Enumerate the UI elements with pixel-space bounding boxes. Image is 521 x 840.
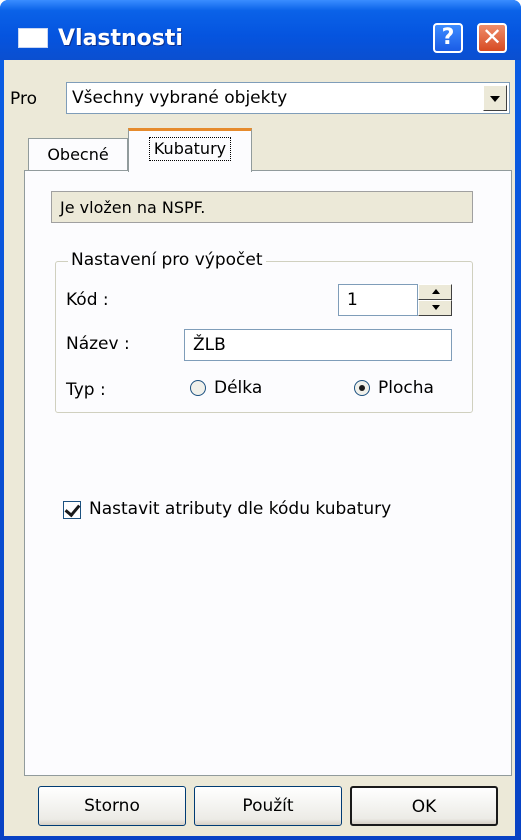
typ-label: Typ : xyxy=(66,380,106,400)
cancel-button[interactable]: Storno xyxy=(38,786,186,826)
spin-down-icon[interactable] xyxy=(418,300,452,316)
ok-button[interactable]: OK xyxy=(350,786,498,826)
status-info: Je vložen na NSPF. xyxy=(51,191,473,223)
help-button[interactable]: ? xyxy=(433,23,463,53)
group-title: Nastavení pro výpočet xyxy=(68,250,266,270)
calculation-settings-group: Nastavení pro výpočet Kód : 1 Název : ŽL… xyxy=(55,250,473,413)
pro-dropdown[interactable]: Všechny vybrané objekty xyxy=(66,82,510,114)
pro-label: Pro xyxy=(10,89,37,109)
kod-label: Kód : xyxy=(66,290,109,310)
nazev-input[interactable]: ŽLB xyxy=(184,329,452,361)
properties-dialog: Vlastnosti ? ✕ Pro Všechny vybrané objek… xyxy=(0,0,521,840)
set-attributes-checkbox[interactable] xyxy=(63,501,81,519)
dialog-client-area: Pro Všechny vybrané objekty Obecné Kubat… xyxy=(4,60,515,836)
radio-plocha-label[interactable]: Plocha xyxy=(378,378,434,398)
radio-delka[interactable] xyxy=(190,380,206,396)
kubatury-panel: Je vložen na NSPF. Nastavení pro výpočet… xyxy=(24,170,512,776)
tab-kubatury-label: Kubatury xyxy=(148,137,232,161)
title-bar[interactable]: Vlastnosti ? ✕ xyxy=(0,0,521,60)
nazev-label: Název : xyxy=(66,334,130,354)
close-button[interactable]: ✕ xyxy=(477,23,507,53)
chevron-down-icon[interactable] xyxy=(483,85,507,111)
radio-plocha[interactable] xyxy=(354,380,370,396)
set-attributes-label[interactable]: Nastavit atributy dle kódu kubatury xyxy=(89,499,391,519)
radio-delka-label[interactable]: Délka xyxy=(214,378,262,398)
tab-obecne[interactable]: Obecné xyxy=(28,138,128,170)
kod-input[interactable]: 1 xyxy=(338,284,418,316)
apply-button[interactable]: Použít xyxy=(194,786,342,826)
pro-dropdown-value: Všechny vybrané objekty xyxy=(72,88,288,108)
window-title: Vlastnosti xyxy=(58,26,183,51)
window-icon xyxy=(18,28,48,48)
tab-kubatury[interactable]: Kubatury xyxy=(128,128,252,172)
spin-up-icon[interactable] xyxy=(418,284,452,300)
